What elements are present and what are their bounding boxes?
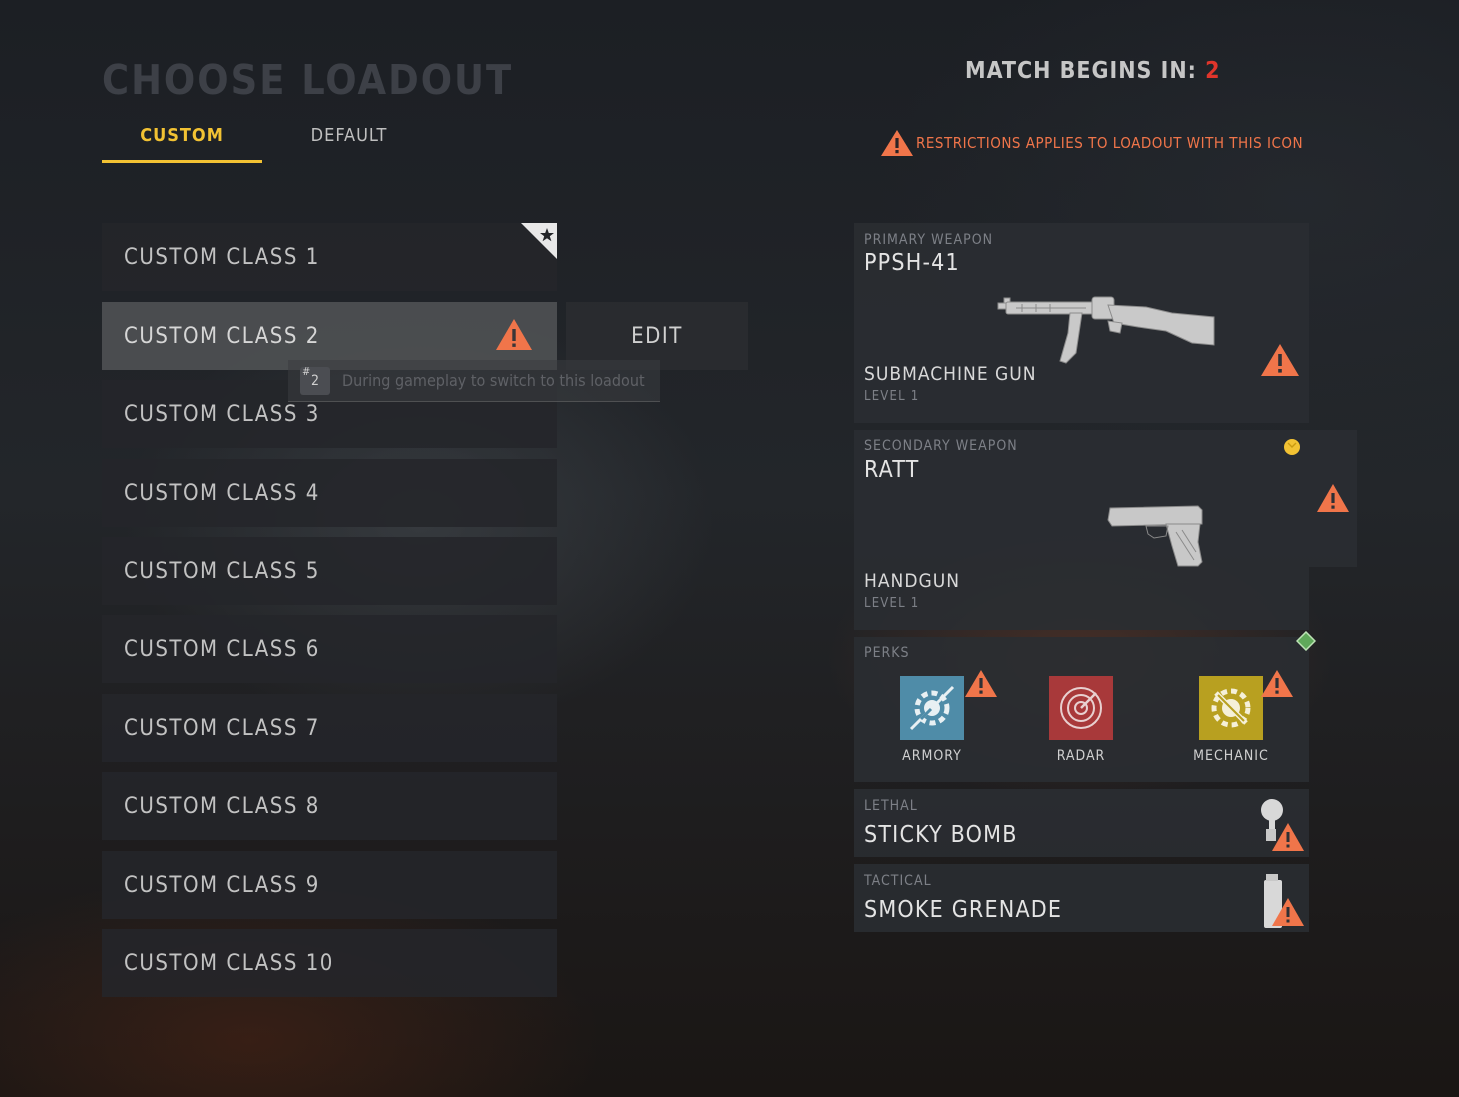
primary-weapon-level: LEVEL 1 [864, 389, 920, 404]
secondary-weapon-indicator-tab [1309, 430, 1357, 567]
class-label: CUSTOM CLASS 8 [124, 793, 320, 819]
class-row-6[interactable]: CUSTOM CLASS 6 [102, 615, 557, 683]
primary-weapon-name: PPSH-41 [864, 250, 960, 276]
new-item-dot-icon [1284, 439, 1300, 455]
perks-panel: PERKS ARMORY RADAR MECHANIC [854, 637, 1309, 782]
secondary-weapon-level: LEVEL 1 [864, 596, 920, 611]
class-label: CUSTOM CLASS 10 [124, 950, 334, 976]
hotkey-hint: # 2 During gameplay to switch to this lo… [288, 360, 660, 402]
armory-icon [900, 676, 964, 740]
tab-custom[interactable]: CUSTOM [102, 125, 262, 163]
primary-weapon-panel[interactable]: PRIMARY WEAPON PPSH-41 SUBMACHINE GUN LE… [854, 223, 1309, 423]
class-label: CUSTOM CLASS 9 [124, 872, 320, 898]
perk-radar[interactable]: RADAR [1026, 676, 1136, 764]
radar-icon [1049, 676, 1113, 740]
warning-icon [1261, 344, 1299, 376]
class-row-5[interactable]: CUSTOM CLASS 5 [102, 537, 557, 605]
class-label: CUSTOM CLASS 5 [124, 558, 320, 584]
favorite-star-icon [521, 223, 557, 259]
class-row-8[interactable]: CUSTOM CLASS 8 [102, 772, 557, 840]
warning-icon [965, 670, 997, 697]
match-countdown-value: 2 [1205, 58, 1221, 84]
lethal-name: STICKY BOMB [864, 822, 1018, 848]
warning-icon [1317, 484, 1349, 512]
class-label: CUSTOM CLASS 4 [124, 480, 320, 506]
smg-icon [997, 296, 1215, 364]
perks-label: PERKS [864, 645, 910, 661]
tactical-panel[interactable]: TACTICAL SMOKE GRENADE [854, 864, 1309, 932]
hotkey-hint-text: During gameplay to switch to this loadou… [342, 371, 645, 390]
lethal-panel[interactable]: LETHAL STICKY BOMB [854, 789, 1309, 857]
match-countdown-label: MATCH BEGINS IN: [965, 58, 1197, 84]
class-row-4[interactable]: CUSTOM CLASS 4 [102, 459, 557, 527]
class-row-1[interactable]: CUSTOM CLASS 1 [102, 223, 557, 291]
warning-icon [496, 319, 532, 350]
pistol-icon [1107, 505, 1203, 567]
warning-icon [881, 130, 913, 156]
class-row-10[interactable]: CUSTOM CLASS 10 [102, 929, 557, 997]
class-label: CUSTOM CLASS 2 [124, 323, 320, 349]
tab-default[interactable]: DEFAULT [288, 125, 410, 163]
secondary-weapon-panel[interactable]: SECONDARY WEAPON RATT HANDGUN LEVEL 1 [854, 430, 1309, 630]
hotkey-symbol: # [302, 364, 311, 378]
tactical-label: TACTICAL [864, 873, 932, 889]
perk-radar-label: RADAR [1056, 748, 1106, 764]
mechanic-icon [1199, 676, 1263, 740]
hotkey-number: 2 [310, 372, 319, 389]
match-countdown: MATCH BEGINS IN: 2 [965, 58, 1221, 84]
class-label: CUSTOM CLASS 1 [124, 244, 320, 270]
secondary-weapon-type: HANDGUN [864, 570, 961, 592]
perk-armory-label: ARMORY [902, 748, 962, 764]
secondary-weapon-name: RATT [864, 457, 920, 483]
page-title: CHOOSE LOADOUT [102, 56, 514, 104]
restriction-notice-text: RESTRICTIONS APPLIES TO LOADOUT WITH THI… [916, 134, 1304, 152]
tactical-name: SMOKE GRENADE [864, 897, 1063, 923]
secondary-weapon-label: SECONDARY WEAPON [864, 438, 1018, 454]
class-row-9[interactable]: CUSTOM CLASS 9 [102, 851, 557, 919]
lethal-label: LETHAL [864, 798, 918, 814]
hotkey-badge: # 2 [300, 364, 330, 395]
primary-weapon-label: PRIMARY WEAPON [864, 232, 994, 248]
warning-icon [1261, 670, 1293, 697]
sticky-bomb-icon [1261, 799, 1304, 851]
class-label: CUSTOM CLASS 3 [124, 401, 320, 427]
primary-weapon-type: SUBMACHINE GUN [864, 363, 1037, 385]
new-item-diamond-icon [1296, 631, 1316, 651]
class-label: CUSTOM CLASS 6 [124, 636, 320, 662]
class-label: CUSTOM CLASS 7 [124, 715, 320, 741]
restriction-notice: RESTRICTIONS APPLIES TO LOADOUT WITH THI… [880, 129, 1303, 157]
perk-mechanic-label: MECHANIC [1193, 748, 1269, 764]
smoke-grenade-icon [1264, 874, 1304, 928]
class-row-7[interactable]: CUSTOM CLASS 7 [102, 694, 557, 762]
